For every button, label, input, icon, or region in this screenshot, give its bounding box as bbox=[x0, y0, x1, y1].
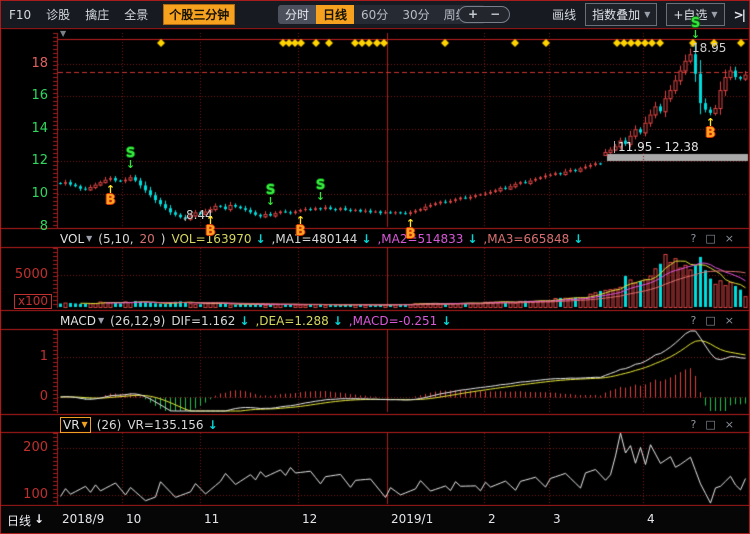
tab-60min[interactable]: 60分 bbox=[354, 5, 395, 24]
stock-3min-button[interactable]: 个股三分钟 bbox=[163, 4, 235, 25]
gap-zone-label: 11.95 - 12.38 bbox=[614, 141, 699, 153]
macd-axis-label: 1 bbox=[0, 350, 48, 364]
header-value: (26) bbox=[97, 418, 122, 432]
maximize-icon[interactable]: □ bbox=[705, 418, 715, 431]
month-label[interactable]: 12 bbox=[302, 512, 317, 526]
vr-title: VR bbox=[63, 418, 80, 432]
header-down-arrow-icon: ↓ bbox=[467, 232, 477, 246]
menu-f10[interactable]: F10 bbox=[9, 8, 31, 22]
month-label[interactable]: 4 bbox=[647, 512, 655, 526]
main-axis-label: 10 bbox=[0, 187, 48, 201]
macd-axis-label: 0 bbox=[0, 390, 48, 404]
period-tab-group: 分时 日线 60分 30分 周线 ▼ bbox=[278, 5, 485, 24]
header-value: ,MA2=514833 bbox=[377, 232, 463, 246]
index-overlay-button[interactable]: 指数叠加 ▼ bbox=[585, 3, 657, 26]
index-overlay-label: 指数叠加 bbox=[592, 6, 640, 23]
period-selector[interactable]: 日线 ↓ bbox=[7, 512, 44, 529]
panel-window-icons: ? □ × bbox=[691, 230, 734, 247]
add-watchlist-label: +自选 bbox=[673, 6, 707, 23]
header-value: DIF=1.162 bbox=[171, 314, 235, 328]
header-value: ,MA1=480144 bbox=[272, 232, 358, 246]
tab-30min[interactable]: 30分 bbox=[395, 5, 436, 24]
header-value: VR=135.156 bbox=[127, 418, 203, 432]
month-label[interactable]: 3 bbox=[553, 512, 561, 526]
help-icon[interactable]: ? bbox=[691, 232, 697, 245]
menu-catch-banker[interactable]: 擒庄 bbox=[85, 6, 109, 23]
close-icon[interactable]: × bbox=[725, 314, 734, 327]
close-icon[interactable]: × bbox=[725, 418, 734, 431]
chart-canvas[interactable] bbox=[0, 0, 750, 534]
tab-intraday[interactable]: 分时 bbox=[278, 5, 316, 24]
period-selector-label: 日线 bbox=[7, 512, 31, 529]
volume-unit-label: x100 bbox=[14, 294, 52, 309]
chevron-down-icon: ▼ bbox=[86, 234, 92, 243]
main-axis-label: 18 bbox=[0, 57, 48, 71]
down-arrow-icon: ↓ bbox=[34, 512, 44, 529]
zoom-out-button[interactable]: − bbox=[490, 8, 500, 21]
main-indicator-dropdown-icon[interactable]: ▼ bbox=[60, 29, 66, 38]
main-axis-label: 12 bbox=[0, 154, 48, 168]
header-down-arrow-icon: ↓ bbox=[573, 232, 583, 246]
zoom-controls: + − bbox=[458, 6, 510, 23]
header-down-arrow-icon: ↓ bbox=[255, 232, 265, 246]
header-value: ,MA3=665848 bbox=[483, 232, 569, 246]
month-label[interactable]: 2 bbox=[488, 512, 496, 526]
vol-panel-header: VOL▼(5,10,20)VOL=163970↓,MA1=480144↓,MA2… bbox=[60, 230, 748, 247]
draw-line-button[interactable]: 画线 bbox=[552, 6, 576, 23]
header-value: ,MACD=-0.251 bbox=[349, 314, 438, 328]
header-down-arrow-icon: ↓ bbox=[441, 314, 451, 328]
header-down-arrow-icon: ↓ bbox=[208, 418, 218, 432]
high-price-label: 18.95 bbox=[692, 42, 726, 54]
panel-window-icons: ? □ × bbox=[691, 416, 734, 433]
bottom-axis: 日线 ↓ 2018/9 10 11 12 2019/1 2 3 4 bbox=[1, 506, 749, 533]
panel-window-icons: ? □ × bbox=[691, 312, 734, 329]
header-value: ) bbox=[161, 232, 166, 246]
macd-panel-header: MACD▼(26,12,9)DIF=1.162↓,DEA=1.288↓,MACD… bbox=[60, 312, 748, 329]
header-value: VOL=163970 bbox=[171, 232, 251, 246]
month-label[interactable]: 2019/1 bbox=[391, 512, 433, 526]
month-label[interactable]: 10 bbox=[126, 512, 141, 526]
vr-axis-label: 200 bbox=[0, 441, 48, 455]
header-value: (26,12,9) bbox=[110, 314, 165, 328]
vr-indicator-selector[interactable]: VR▼ bbox=[60, 417, 91, 433]
menu-diagnose-stock[interactable]: 诊股 bbox=[46, 6, 70, 23]
chevron-down-icon: ▼ bbox=[711, 10, 717, 19]
header-value: (5,10, bbox=[98, 232, 133, 246]
low-price-label: 8.44 bbox=[186, 209, 213, 221]
main-axis-label: 8 bbox=[0, 220, 48, 234]
add-watchlist-button[interactable]: +自选 ▼ bbox=[666, 3, 724, 26]
chevron-down-icon: ▼ bbox=[82, 420, 88, 429]
vol-axis-label: 5000 bbox=[0, 268, 48, 282]
main-axis-label: 14 bbox=[0, 122, 48, 136]
help-icon[interactable]: ? bbox=[691, 314, 697, 327]
chevron-down-icon: ▼ bbox=[644, 10, 650, 19]
header-down-arrow-icon: ↓ bbox=[239, 314, 249, 328]
vr-axis-label: 100 bbox=[0, 488, 48, 502]
header-down-arrow-icon: ↓ bbox=[361, 232, 371, 246]
toolbar-right-menu: 画线 指数叠加 ▼ +自选 ▼ >| bbox=[552, 1, 744, 28]
chevron-down-icon: ▼ bbox=[98, 316, 104, 325]
tab-daily[interactable]: 日线 bbox=[316, 5, 354, 24]
zoom-in-button[interactable]: + bbox=[468, 8, 478, 21]
collapse-panel-icon[interactable]: >| bbox=[734, 8, 744, 22]
toolbar: F10 诊股 擒庄 全景 个股三分钟 分时 日线 60分 30分 周线 ▼ + … bbox=[1, 1, 749, 28]
menu-panorama[interactable]: 全景 bbox=[124, 6, 148, 23]
maximize-icon[interactable]: □ bbox=[705, 232, 715, 245]
maximize-icon[interactable]: □ bbox=[705, 314, 715, 327]
macd-indicator-selector[interactable]: MACD▼ bbox=[60, 314, 104, 328]
stock-chart-window: F10 诊股 擒庄 全景 个股三分钟 分时 日线 60分 30分 周线 ▼ + … bbox=[0, 0, 750, 534]
month-label[interactable]: 2018/9 bbox=[62, 512, 104, 526]
macd-title: MACD bbox=[60, 314, 96, 328]
month-label[interactable]: 11 bbox=[204, 512, 219, 526]
close-icon[interactable]: × bbox=[725, 232, 734, 245]
toolbar-left-menu: F10 诊股 擒庄 全景 个股三分钟 bbox=[9, 1, 235, 28]
vol-title: VOL bbox=[60, 232, 84, 246]
main-axis-label: 16 bbox=[0, 89, 48, 103]
header-value: 20 bbox=[140, 232, 155, 246]
header-down-arrow-icon: ↓ bbox=[333, 314, 343, 328]
help-icon[interactable]: ? bbox=[691, 418, 697, 431]
header-value: ,DEA=1.288 bbox=[255, 314, 328, 328]
vr-panel-header: VR▼ (26) VR=135.156 ↓? □ × bbox=[60, 416, 748, 433]
vol-indicator-selector[interactable]: VOL▼ bbox=[60, 232, 92, 246]
